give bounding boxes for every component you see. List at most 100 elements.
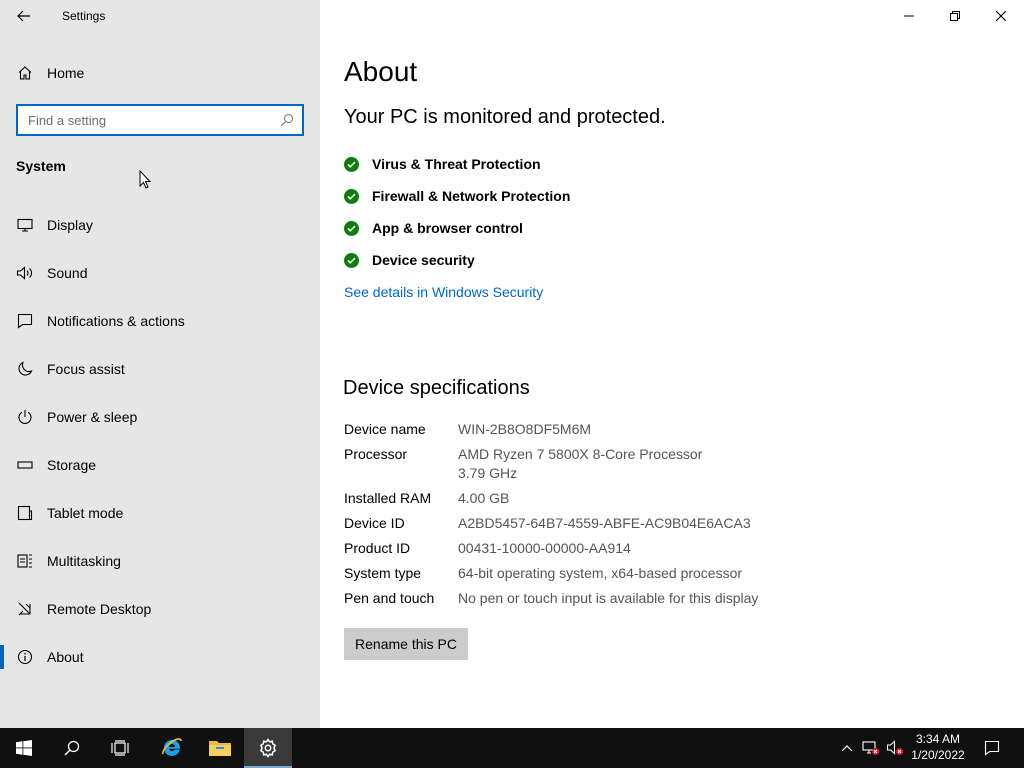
start-button[interactable] — [0, 728, 48, 768]
file-explorer-button[interactable] — [196, 728, 244, 768]
search-icon — [280, 113, 294, 127]
search-input[interactable] — [18, 106, 276, 134]
sidebar-item-label: Power & sleep — [47, 409, 138, 425]
spec-row: System type 64-bit operating system, x64… — [344, 564, 804, 583]
notification-icon — [16, 312, 34, 330]
spec-label: Processor — [344, 446, 408, 462]
section-title: System — [16, 158, 66, 174]
check-icon — [344, 188, 359, 204]
sidebar-item-sound[interactable]: Sound — [0, 249, 320, 297]
settings-taskbar-button[interactable] — [244, 728, 292, 768]
protection-item: Virus & Threat Protection — [344, 148, 570, 180]
sidebar-item-power-sleep[interactable]: Power & sleep — [0, 393, 320, 441]
clock-time: 3:34 AM — [915, 732, 961, 746]
sidebar-item-display[interactable]: Display — [0, 201, 320, 249]
sidebar-item-remote-desktop[interactable]: Remote Desktop — [0, 585, 320, 633]
sidebar-item-notifications[interactable]: Notifications & actions — [0, 297, 320, 345]
network-disconnected-icon — [862, 741, 879, 755]
sidebar-item-label: Tablet mode — [47, 505, 124, 521]
back-arrow-icon — [17, 10, 30, 22]
mouse-cursor-icon — [139, 170, 152, 189]
gear-icon — [259, 738, 277, 758]
sidebar-nav-list: Display Sound Notifications & actions Fo… — [0, 201, 320, 681]
sidebar-item-label: Display — [47, 217, 93, 233]
speaker-icon — [16, 264, 34, 282]
windows-logo-icon — [16, 740, 32, 756]
spec-row: Product ID 00431-10000-00000-AA914 — [344, 539, 804, 558]
task-view-button[interactable] — [96, 728, 144, 768]
sidebar-item-about[interactable]: About — [0, 633, 320, 681]
sidebar-item-tablet-mode[interactable]: Tablet mode — [0, 489, 320, 537]
check-icon — [344, 156, 359, 172]
settings-window: Settings Home System Display — [0, 0, 1024, 728]
display-icon — [16, 216, 34, 234]
search-icon — [64, 740, 80, 756]
clock-date: 1/20/2022 — [911, 748, 965, 762]
taskbar-clock[interactable]: 3:34 AM 1/20/2022 — [904, 731, 972, 763]
multitasking-icon — [16, 552, 34, 570]
windows-security-link[interactable]: See details in Windows Security — [344, 284, 543, 300]
spec-row: Processor AMD Ryzen 7 5800X 8-Core Proce… — [344, 445, 804, 483]
protection-label: Virus & Threat Protection — [372, 156, 541, 172]
spec-value: WIN-2B8O8DF5M6M — [458, 421, 592, 437]
network-tray-button[interactable] — [860, 728, 882, 768]
specs-heading: Device specifications — [343, 377, 530, 399]
spec-row: Pen and touch No pen or touch input is a… — [344, 589, 804, 608]
spec-value: 4.00 GB — [458, 490, 510, 506]
spec-value: A2BD5457-64B7-4559-ABFE-AC9B04E6ACA3 — [458, 515, 751, 531]
protection-item: App & browser control — [344, 212, 570, 244]
protection-item: Firewall & Network Protection — [344, 180, 570, 212]
app-title: Settings — [62, 9, 106, 23]
action-center-button[interactable] — [976, 728, 1008, 768]
spec-label: Device ID — [344, 515, 405, 531]
task-view-icon — [111, 740, 129, 756]
spec-row: Device name WIN-2B8O8DF5M6M — [344, 420, 804, 439]
spec-value: 00431-10000-00000-AA914 — [458, 540, 631, 556]
internet-explorer-icon — [162, 738, 182, 756]
notification-icon — [984, 740, 1000, 756]
back-button[interactable] — [8, 4, 40, 28]
show-hidden-icons-button[interactable] — [836, 728, 858, 768]
protection-heading: Your PC is monitored and protected. — [344, 106, 666, 128]
spec-label: Installed RAM — [344, 490, 432, 506]
protection-label: App & browser control — [372, 220, 523, 236]
page-title: About — [344, 56, 418, 87]
spec-row: Installed RAM 4.00 GB — [344, 489, 804, 508]
chevron-up-icon — [841, 745, 853, 752]
taskbar: 3:34 AM 1/20/2022 — [0, 728, 1024, 768]
sidebar-item-focus-assist[interactable]: Focus assist — [0, 345, 320, 393]
spec-label: Device name — [344, 421, 426, 437]
sidebar-item-label: Storage — [47, 457, 97, 473]
sidebar-item-home[interactable]: Home — [0, 57, 320, 89]
main-content: About Your PC is monitored and protected… — [343, 0, 1004, 728]
sidebar-item-label: Sound — [47, 265, 88, 281]
check-icon — [344, 220, 359, 236]
spec-label: Pen and touch — [344, 590, 435, 606]
spec-row: Device ID A2BD5457-64B7-4559-ABFE-AC9B04… — [344, 514, 804, 533]
info-icon — [16, 648, 34, 666]
spec-value: AMD Ryzen 7 5800X 8-Core Processor 3.79 … — [458, 446, 773, 481]
sidebar-item-multitasking[interactable]: Multitasking — [0, 537, 320, 585]
spec-label: System type — [344, 565, 422, 581]
sidebar: Settings Home System Display — [0, 0, 320, 728]
sidebar-item-storage[interactable]: Storage — [0, 441, 320, 489]
search-taskbar-button[interactable] — [48, 728, 96, 768]
rename-pc-button[interactable]: Rename this PC — [344, 628, 468, 660]
internet-explorer-button[interactable] — [148, 728, 196, 768]
spec-value: 64-bit operating system, x64-based proce… — [458, 565, 743, 581]
volume-tray-button[interactable] — [884, 728, 906, 768]
speaker-muted-icon — [886, 740, 903, 755]
protection-label: Device security — [372, 252, 475, 268]
sidebar-item-label: About — [47, 649, 84, 665]
check-icon — [344, 252, 359, 268]
home-icon — [16, 64, 34, 82]
remote-desktop-icon — [16, 600, 34, 618]
sidebar-item-label: Remote Desktop — [47, 601, 152, 617]
tablet-icon — [16, 504, 34, 522]
search-box[interactable] — [16, 104, 304, 136]
moon-icon — [16, 360, 34, 378]
protection-label: Firewall & Network Protection — [372, 188, 571, 204]
spec-value: No pen or touch input is available for t… — [458, 590, 759, 606]
specs-table: Device name WIN-2B8O8DF5M6M Processor AM… — [344, 420, 804, 614]
power-icon — [16, 408, 34, 426]
